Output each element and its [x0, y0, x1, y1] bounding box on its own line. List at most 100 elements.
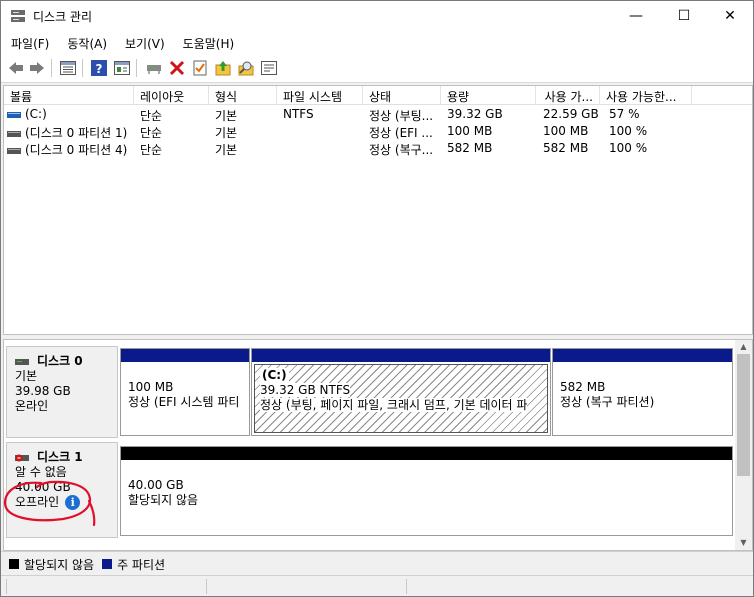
svg-text:?: ?: [96, 62, 103, 76]
column-header-type[interactable]: 형식: [209, 86, 277, 105]
disk-1-label[interactable]: 디스크 1 알 수 없음 40.00 GB 오프라인 i: [6, 442, 118, 538]
partition-size: 39.32 GB NTFS: [260, 383, 351, 397]
partition-c[interactable]: (C:) 39.32 GB NTFS 정상 (부팅, 페이지 파일, 크래시 덤…: [251, 348, 551, 436]
scroll-up-icon[interactable]: ▲: [735, 340, 752, 354]
volume-name: (C:): [25, 107, 47, 121]
partition-unallocated[interactable]: 40.00 GB 할당되지 않음: [120, 446, 733, 536]
percent-free-cell: 100 %: [609, 141, 648, 155]
graph-vertical-scrollbar[interactable]: ▲ ▼: [735, 340, 752, 550]
forward-icon[interactable]: [28, 59, 46, 77]
partition-status: 할당되지 않음: [128, 493, 199, 507]
column-header-file-system[interactable]: 파일 시스템: [277, 86, 363, 105]
disk-management-window: 디스크 관리 — ☐ ✕ 파일(F) 동작(A) 보기(V) 도움말(H) ?: [0, 0, 754, 597]
legend: 할당되지 않음 주 파티션: [1, 551, 753, 573]
menu-action[interactable]: 동작(A): [57, 31, 115, 53]
partition-efi[interactable]: 100 MB 정상 (EFI 시스템 파티: [120, 348, 250, 436]
disk-size: 40.00 GB: [15, 480, 71, 494]
properties-icon[interactable]: [113, 59, 131, 77]
close-icon: ✕: [724, 8, 736, 24]
column-header-percent-free[interactable]: 사용 가능한...: [600, 86, 692, 105]
disk-0-label[interactable]: 디스크 0 기본 39.98 GB 온라인: [6, 346, 118, 438]
back-icon[interactable]: [7, 59, 25, 77]
volume-row[interactable]: (C:) 단순 기본 NTFS 정상 (부팅... 39.32 GB 22.59…: [4, 106, 752, 123]
legend-item-primary-partition: 주 파티션: [102, 556, 165, 573]
menu-help[interactable]: 도움말(H): [173, 31, 243, 53]
volume-icon: [7, 147, 21, 154]
search-icon[interactable]: [237, 59, 255, 77]
minimize-button[interactable]: —: [613, 1, 659, 31]
menu-file[interactable]: 파일(F): [1, 31, 57, 53]
partition-size: 40.00 GB: [128, 478, 184, 492]
legend-label: 주 파티션: [117, 557, 166, 572]
import-icon[interactable]: [214, 59, 232, 77]
layout-cell: 단순: [140, 109, 163, 123]
partition-recovery[interactable]: 582 MB 정상 (복구 파티션): [552, 348, 733, 436]
close-button[interactable]: ✕: [707, 1, 753, 31]
help-icon[interactable]: ?: [90, 59, 108, 77]
legend-label: 할당되지 않음: [24, 557, 95, 572]
partition-bar: [121, 447, 732, 460]
legend-item-unallocated: 할당되지 않음: [9, 556, 94, 573]
scroll-down-icon[interactable]: ▼: [735, 536, 752, 550]
volume-cell: (C:): [7, 107, 47, 121]
menu-bar: 파일(F) 동작(A) 보기(V) 도움말(H): [1, 31, 753, 53]
menu-view[interactable]: 보기(V): [115, 31, 173, 53]
volume-name: (디스크 0 파티션 1): [25, 126, 128, 140]
type-cell: 기본: [215, 126, 238, 140]
file-system-cell: NTFS: [283, 107, 314, 121]
delete-icon[interactable]: [168, 59, 186, 77]
disk-type: 기본: [15, 369, 38, 383]
status-cell: 정상 (EFI ...: [369, 126, 433, 140]
disk-size: 39.98 GB: [15, 384, 71, 398]
console-icon[interactable]: [260, 59, 278, 77]
volume-cell: (디스크 0 파티션 4): [7, 141, 127, 158]
volume-row[interactable]: (디스크 0 파티션 4) 단순 기본 정상 (복구... 582 MB 582…: [4, 140, 752, 157]
title-bar: 디스크 관리 — ☐ ✕: [1, 1, 753, 31]
partition-title: (C:): [260, 368, 289, 383]
list-header: 볼륨 레이아웃 형식 파일 시스템 상태 용량 사용 가... 사용 가능한..…: [4, 86, 752, 105]
status-segment: [406, 579, 751, 594]
check-icon[interactable]: [191, 59, 209, 77]
partition-body: 40.00 GB 할당되지 않음: [123, 462, 730, 533]
status-cell: 정상 (복구...: [369, 143, 434, 157]
column-header-status[interactable]: 상태: [363, 86, 441, 105]
toolbar-separator: [136, 59, 137, 77]
percent-free-cell: 57 %: [609, 107, 640, 121]
column-header-layout[interactable]: 레이아웃: [134, 86, 209, 105]
capacity-cell: 582 MB: [447, 141, 493, 155]
disk-name: 디스크 1: [37, 450, 83, 464]
partition-body: 100 MB 정상 (EFI 시스템 파티: [123, 364, 247, 433]
minimize-icon: —: [629, 8, 643, 24]
layout-cell: 단순: [140, 126, 163, 140]
free-space-cell: 582 MB: [543, 141, 589, 155]
volume-list: 볼륨 레이아웃 형식 파일 시스템 상태 용량 사용 가... 사용 가능한..…: [3, 85, 753, 335]
partition-bar: [252, 349, 550, 362]
scroll-thumb[interactable]: [737, 354, 750, 476]
maximize-button[interactable]: ☐: [661, 1, 707, 31]
type-cell: 기본: [215, 143, 238, 157]
list-view-icon[interactable]: [59, 59, 77, 77]
partition-size: 100 MB: [128, 380, 174, 394]
info-icon[interactable]: i: [65, 495, 81, 510]
partition-bar: [121, 349, 249, 362]
type-cell: 기본: [215, 109, 238, 123]
column-header-capacity[interactable]: 용량: [441, 86, 536, 105]
maximize-icon: ☐: [677, 8, 691, 24]
column-header-free-space[interactable]: 사용 가...: [536, 86, 600, 105]
connect-icon[interactable]: [145, 59, 163, 77]
offline-disk-icon: [15, 454, 29, 461]
window-title: 디스크 관리: [33, 10, 93, 24]
disk-type: 알 수 없음: [15, 465, 67, 479]
volume-icon: [7, 130, 21, 137]
volume-name: (디스크 0 파티션 4): [25, 143, 128, 157]
disk-management-app-icon: [11, 10, 25, 22]
toolbar-separator: [82, 59, 83, 77]
percent-free-cell: 100 %: [609, 124, 648, 138]
legend-swatch: [9, 559, 19, 569]
toolbar: ?: [1, 53, 753, 83]
status-cell: 정상 (부팅...: [369, 109, 434, 123]
partition-bar: [553, 349, 732, 362]
volume-row[interactable]: (디스크 0 파티션 1) 단순 기본 정상 (EFI ... 100 MB 1…: [4, 123, 752, 140]
column-header-volume[interactable]: 볼륨: [4, 86, 134, 105]
disk-state: 오프라인: [15, 495, 60, 509]
